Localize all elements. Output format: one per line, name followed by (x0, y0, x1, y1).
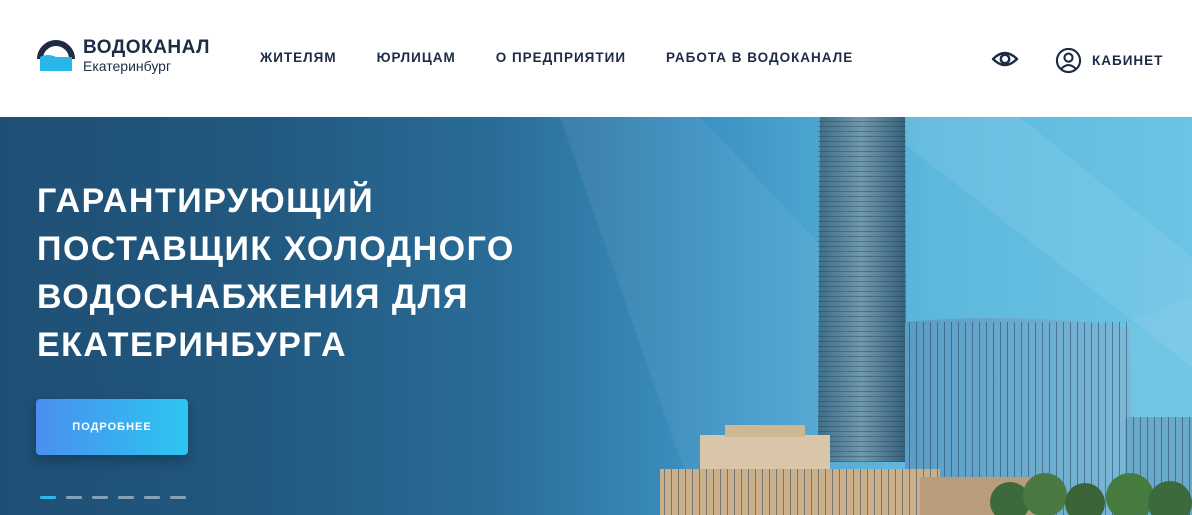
more-button[interactable]: ПОДРОБНЕЕ (36, 399, 188, 455)
slider-dot[interactable] (66, 496, 82, 499)
user-circle-icon (1055, 47, 1082, 73)
eye-icon[interactable] (991, 48, 1019, 70)
cabinet-button[interactable]: КАБИНЕТ (1055, 46, 1163, 74)
hero-title-line: ГАРАНТИРУЮЩИЙ (37, 182, 375, 220)
nav-item-legal-entities[interactable]: ЮРЛИЦАМ (377, 50, 456, 65)
hero-banner: ГАРАНТИРУЮЩИЙ ПОСТАВЩИК ХОЛОДНОГО ВОДОСН… (0, 117, 1192, 515)
vodokanal-logo[interactable]: ВОДОКАНАЛ Екатеринбург (36, 33, 226, 79)
site-header: ВОДОКАНАЛ Екатеринбург ЖИТЕЛЯМ ЮРЛИЦАМ О… (0, 0, 1192, 117)
hero-title-line: ПОСТАВЩИК ХОЛОДНОГО (37, 230, 515, 268)
nav-item-about[interactable]: О ПРЕДПРИЯТИИ (496, 50, 626, 65)
slider-dot[interactable] (118, 496, 134, 499)
slider-dot[interactable] (144, 496, 160, 499)
slider-dot[interactable] (40, 496, 56, 499)
hero-title-line: ЕКАТЕРИНБУРГА (37, 326, 348, 364)
slider-dot[interactable] (170, 496, 186, 499)
logo-mark-icon (37, 40, 75, 71)
nav-item-careers[interactable]: РАБОТА В ВОДОКАНАЛЕ (666, 50, 853, 65)
main-nav: ЖИТЕЛЯМ ЮРЛИЦАМ О ПРЕДПРИЯТИИ РАБОТА В В… (260, 50, 893, 65)
logo-subtitle: Екатеринбург (83, 58, 172, 74)
cabinet-label: КАБИНЕТ (1092, 52, 1164, 68)
nav-item-residents[interactable]: ЖИТЕЛЯМ (260, 50, 337, 65)
slider-dot[interactable] (92, 496, 108, 499)
hero-title-line: ВОДОСНАБЖЕНИЯ ДЛЯ (37, 278, 469, 316)
hero-title: ГАРАНТИРУЮЩИЙ ПОСТАВЩИК ХОЛОДНОГО ВОДОСН… (37, 177, 597, 369)
logo-title: ВОДОКАНАЛ (83, 37, 210, 58)
slider-pagination (40, 496, 196, 499)
